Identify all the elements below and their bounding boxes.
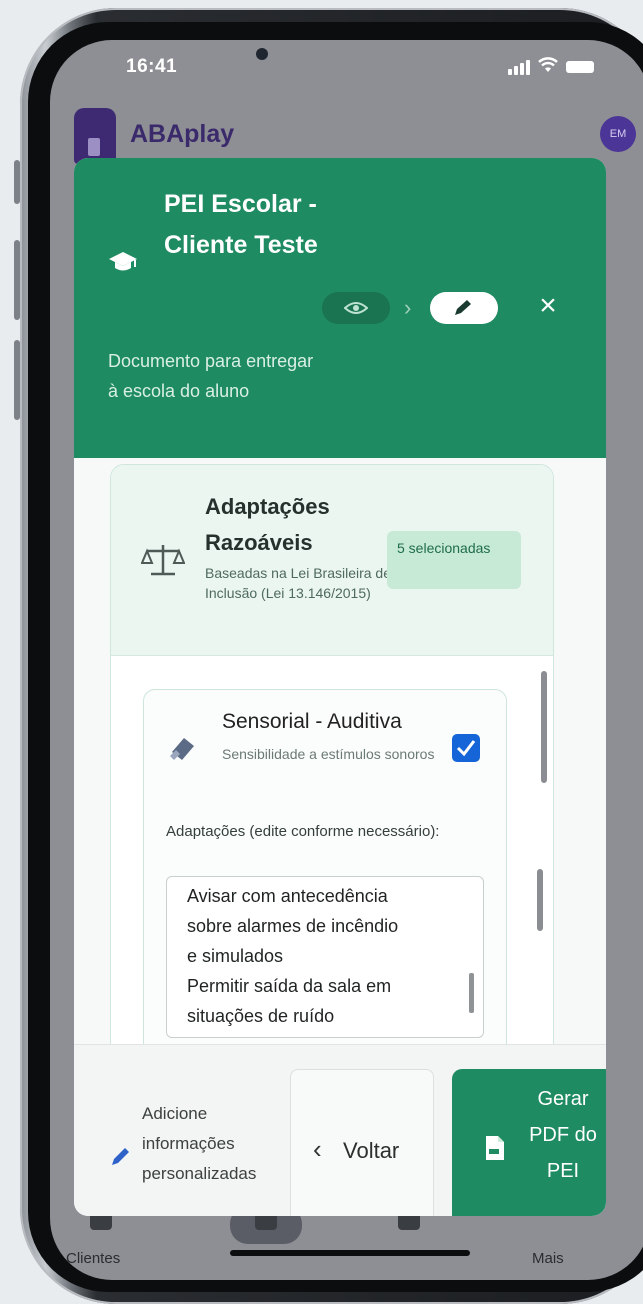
check-icon	[456, 740, 476, 757]
section-header[interactable]: Adaptações Razoáveis Baseadas na Lei Bra…	[111, 465, 553, 656]
modal-subtitle: Documento para entregar à escola do alun…	[108, 351, 314, 401]
adaptations-textarea[interactable]: Avisar com antecedência sobre alarmes de…	[166, 876, 484, 1038]
app-logo	[74, 108, 116, 164]
card-header[interactable]: Sensorial - Auditiva Sensibilidade a est…	[144, 690, 506, 800]
status-icons	[508, 57, 594, 76]
home-indicator	[230, 1250, 470, 1256]
selected-count-badge: 5 selecionadas	[387, 531, 521, 589]
eye-icon	[344, 302, 368, 314]
volume-down-button	[14, 340, 20, 420]
app-name: ABAplay	[130, 120, 235, 148]
speaker-icon	[170, 738, 194, 760]
modal-title: PEI Escolar - Cliente Teste	[164, 190, 318, 259]
close-button[interactable]: ×	[530, 288, 566, 324]
volume-up-button	[14, 240, 20, 320]
section-scrollbar[interactable]	[541, 671, 547, 783]
graduation-cap-icon	[108, 250, 138, 274]
pdf-file-icon	[486, 1136, 504, 1160]
inner-scrollbar[interactable]	[537, 869, 543, 931]
hint-text: Adicione informações personalizadas	[142, 1104, 257, 1183]
back-button[interactable]: ‹ Voltar	[290, 1069, 434, 1216]
textarea-scrollbar[interactable]	[469, 973, 474, 1013]
status-time: 16:41	[126, 56, 178, 77]
chevron-left-icon: ‹	[313, 1134, 322, 1164]
pencil-icon	[455, 300, 471, 315]
pei-modal: PEI Escolar - Cliente Teste Documento pa…	[74, 158, 606, 1216]
signal-icon	[508, 59, 530, 75]
nav-item-more[interactable]: Mais	[532, 1250, 564, 1267]
modal-header: PEI Escolar - Cliente Teste Documento pa…	[74, 158, 606, 458]
battery-icon	[566, 60, 594, 73]
phone-screen: 16:41 ABAplay EM Clientes Mais PEI Escol…	[50, 40, 643, 1280]
modal-footer: Adicione informações personalizadas ‹ Vo…	[74, 1044, 606, 1216]
edit-mode-toggle[interactable]	[430, 292, 498, 324]
generate-pdf-button[interactable]: Gerar PDF do PEI	[452, 1069, 606, 1216]
card-subtitle: Sensibilidade a estímulos sonoros	[222, 746, 435, 762]
front-camera	[256, 48, 268, 60]
back-button-label: Voltar	[343, 1138, 400, 1163]
generate-pdf-label: Gerar PDF do PEI	[529, 1088, 597, 1182]
scale-icon	[141, 545, 185, 576]
user-avatar[interactable]: EM	[600, 116, 636, 152]
nav-item-clients[interactable]: Clientes	[66, 1250, 120, 1267]
pencil-icon	[112, 1148, 129, 1165]
adaptation-checkbox[interactable]	[452, 734, 480, 762]
section-title: Adaptações Razoáveis	[205, 494, 330, 555]
card-title: Sensorial - Auditiva	[222, 710, 402, 733]
view-mode-toggle[interactable]	[322, 292, 390, 324]
status-bar: 16:41	[50, 40, 643, 100]
adaptations-field-label: Adaptações (edite conforme necessário):	[166, 823, 440, 840]
section-description: Baseadas na Lei Brasileira de Inclusão (…	[205, 565, 392, 601]
wifi-icon	[538, 57, 558, 76]
textarea-content: Avisar com antecedência sobre alarmes de…	[187, 886, 399, 1026]
silent-switch	[14, 160, 20, 204]
chevron-right-icon: ›	[404, 295, 412, 320]
